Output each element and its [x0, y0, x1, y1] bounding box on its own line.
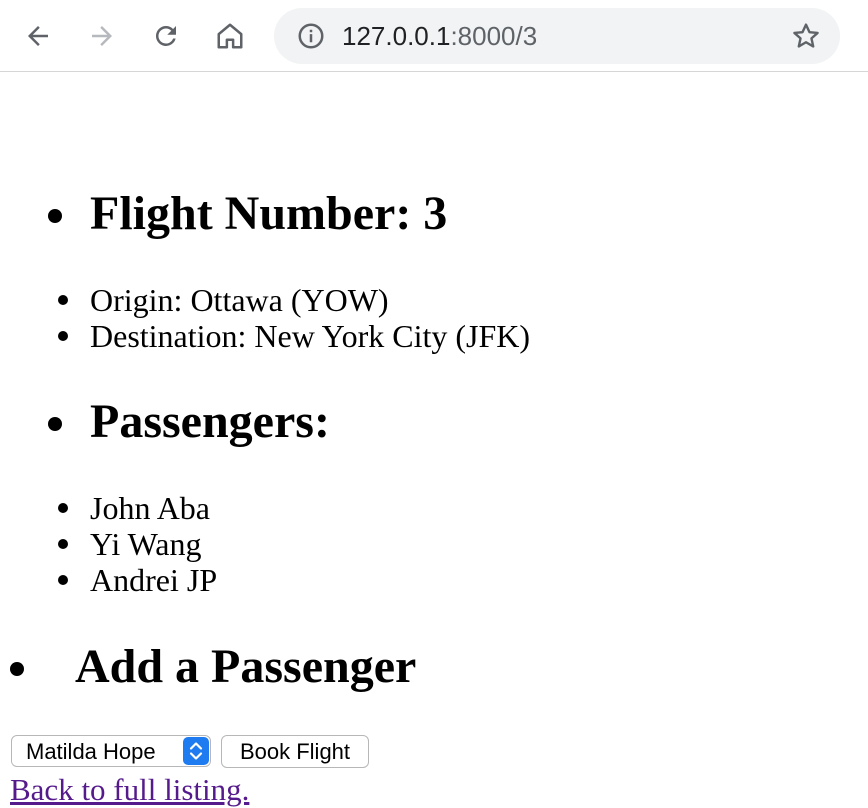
list-bullet	[10, 662, 24, 676]
url-host: 127.0.0.1	[342, 21, 451, 51]
list-bullet	[58, 575, 68, 585]
passenger-select-value: Matilda Hope	[26, 739, 156, 764]
reload-button[interactable]	[148, 18, 184, 54]
list-bullet	[58, 295, 68, 305]
star-icon[interactable]	[790, 20, 822, 52]
info-icon[interactable]	[296, 21, 326, 51]
url-text[interactable]: 127.0.0.1:8000/3	[342, 20, 537, 52]
list-bullet	[58, 331, 68, 341]
flight-heading: Flight Number: 3	[90, 187, 448, 240]
home-icon	[217, 23, 243, 49]
passengers-heading: Passengers:	[90, 395, 330, 448]
origin-item: Origin: Ottawa (YOW)	[90, 282, 389, 318]
list-bullet	[58, 539, 68, 549]
back-button[interactable]	[20, 18, 56, 54]
destination-item: Destination: New York City (JFK)	[90, 318, 531, 354]
passenger-item: John Aba	[90, 490, 210, 526]
browser-toolbar: 127.0.0.1:8000/3	[0, 0, 868, 72]
passenger-item: Andrei JP	[90, 562, 218, 598]
reload-icon	[155, 25, 176, 46]
select-chevron-icon	[183, 737, 209, 765]
list-bullet	[48, 209, 62, 223]
forward-button[interactable]	[84, 18, 120, 54]
book-flight-button[interactable]: Book Flight	[221, 735, 369, 768]
back-arrow-icon	[28, 26, 48, 46]
back-to-listing-link[interactable]: Back to full listing.	[10, 772, 249, 808]
passenger-item: Yi Wang	[90, 526, 202, 562]
address-bar[interactable]: 127.0.0.1:8000/3	[274, 8, 840, 64]
add-passenger-heading: Add a Passenger	[75, 640, 417, 693]
list-bullet	[58, 503, 68, 513]
home-button[interactable]	[212, 18, 248, 54]
passenger-select[interactable]: Matilda Hope	[11, 735, 211, 767]
forward-arrow-icon	[92, 26, 112, 46]
url-path: :8000/3	[450, 21, 538, 51]
list-bullet	[48, 417, 62, 431]
